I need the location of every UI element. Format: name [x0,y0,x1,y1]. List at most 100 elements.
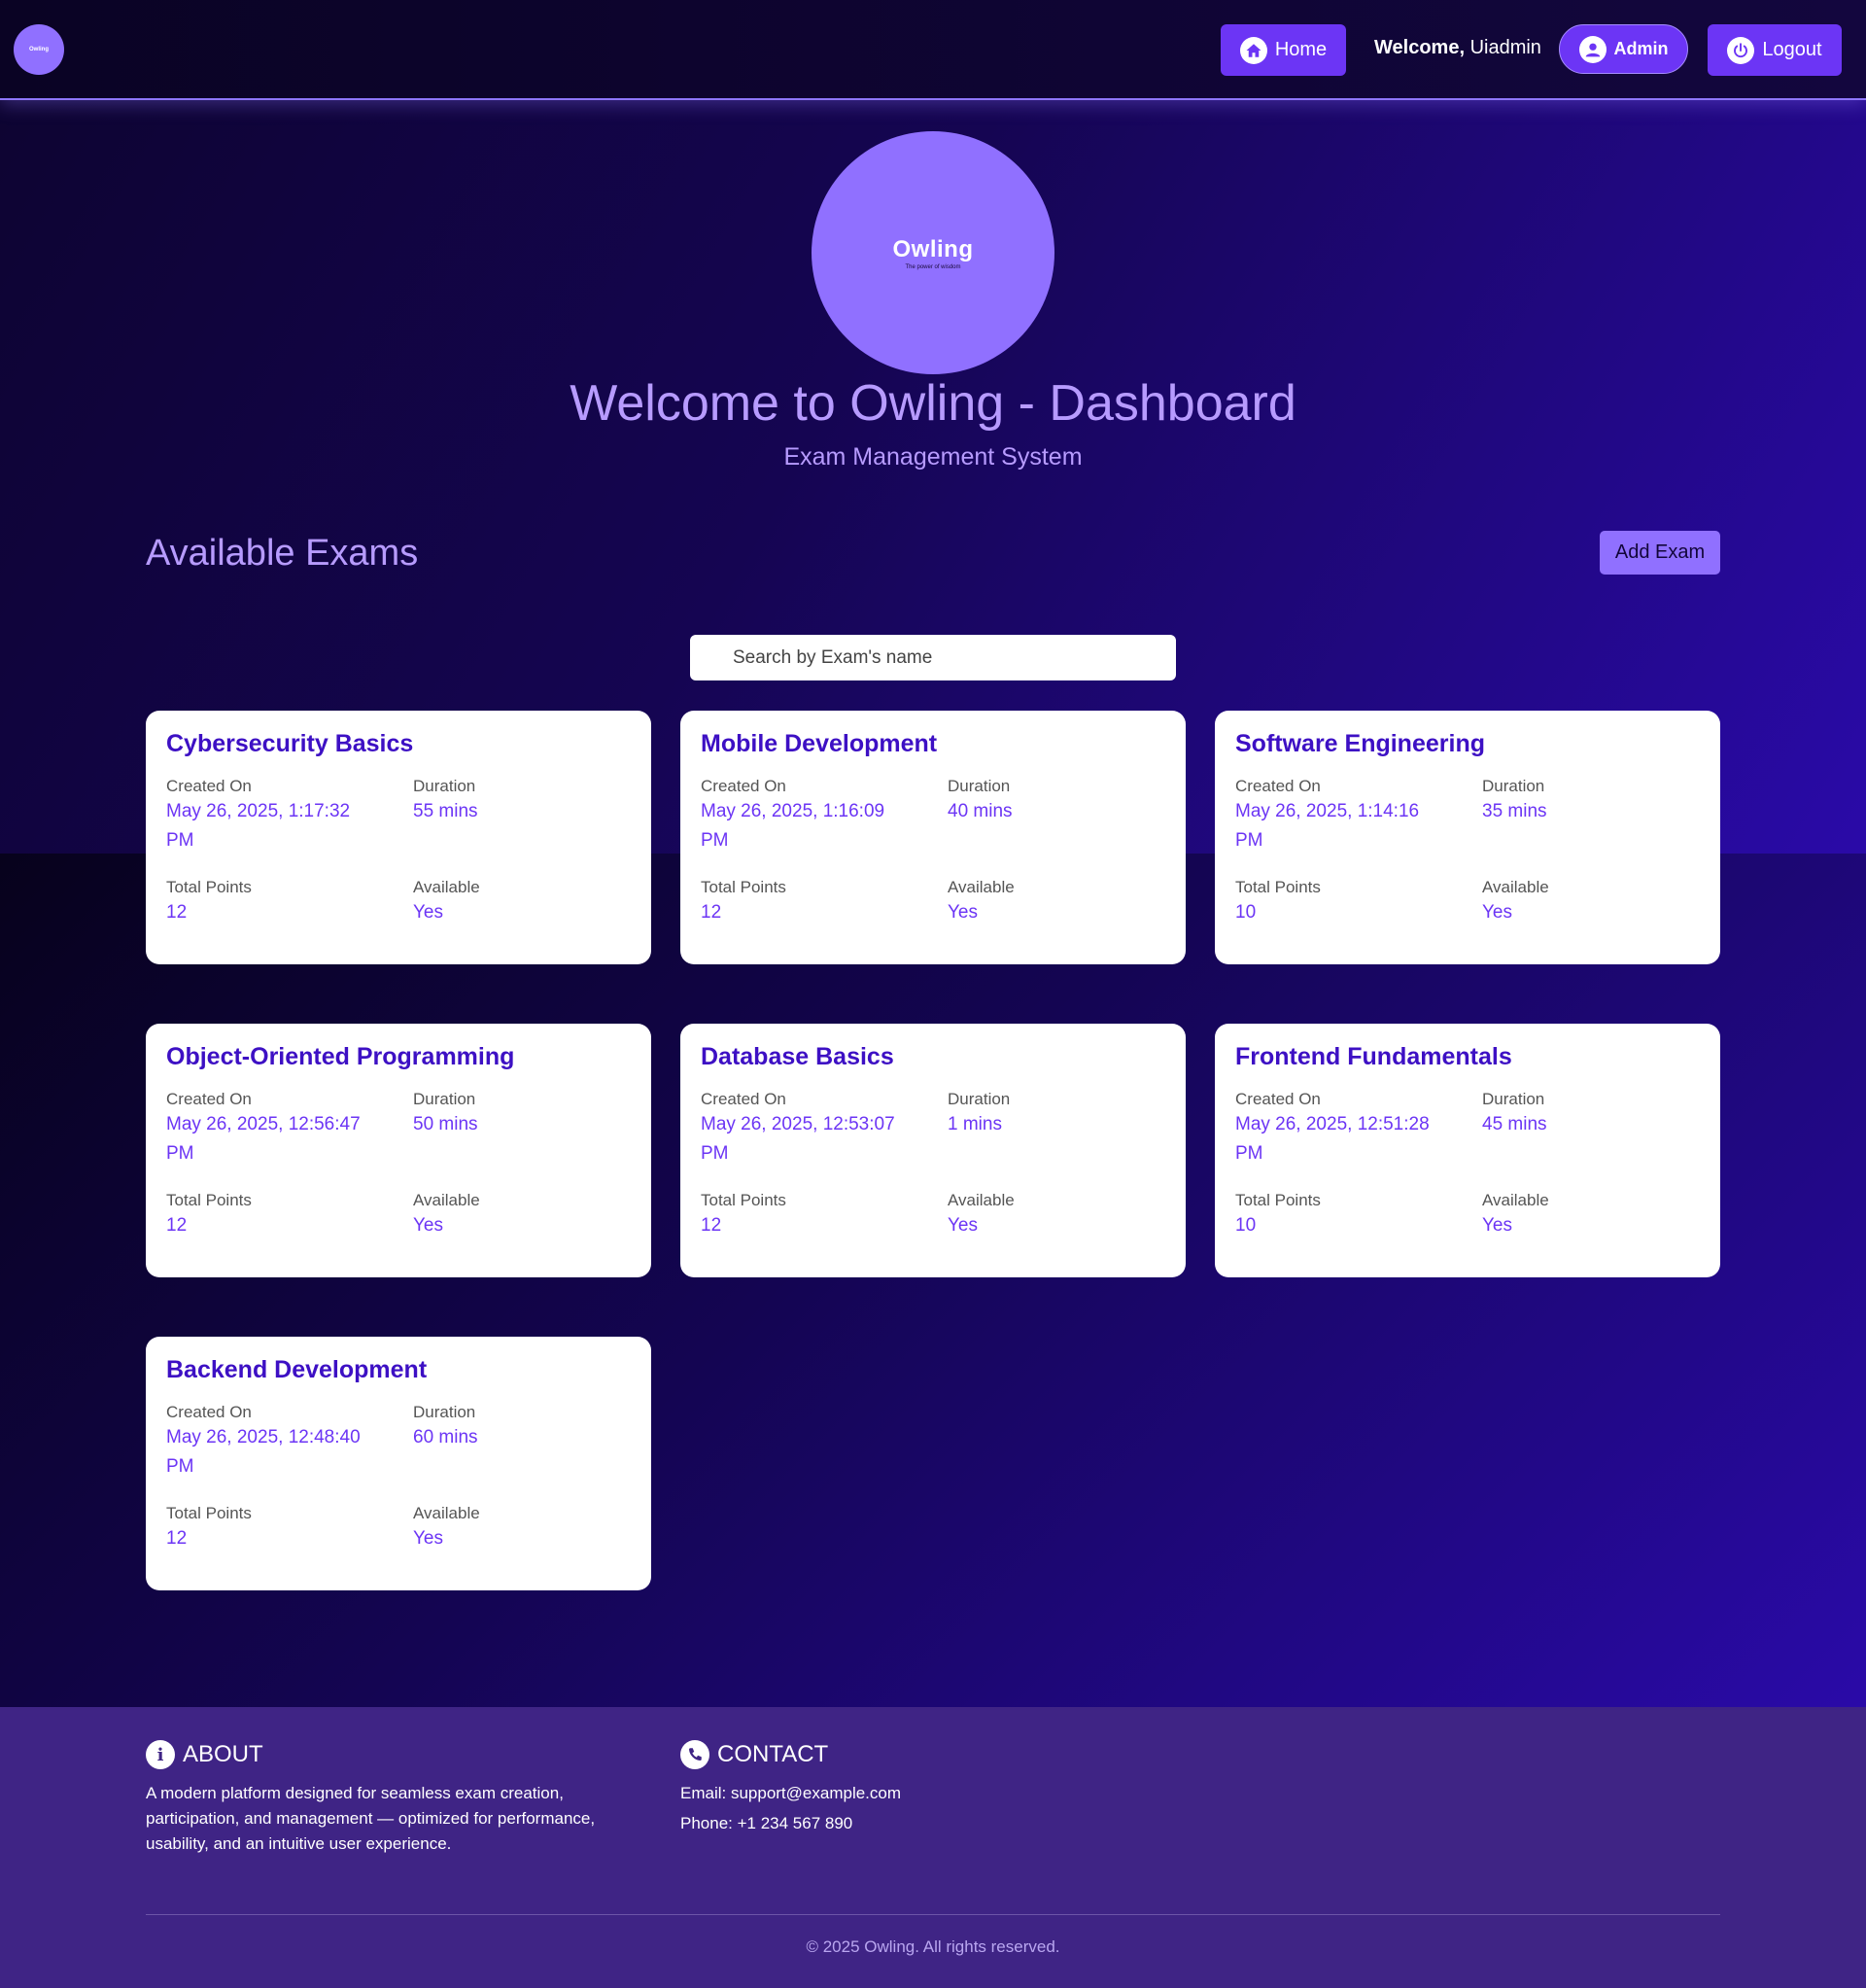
created-on-value: May 26, 2025, 1:14:16 PM [1235,801,1420,851]
created-on-value: May 26, 2025, 1:17:32 PM [166,801,351,851]
available-value: Yes [948,1215,978,1236]
phone-icon [680,1740,709,1769]
exam-title[interactable]: Cybersecurity Basics [166,730,413,758]
created-on-value: May 26, 2025, 1:16:09 PM [701,801,885,851]
available-value: Yes [413,902,443,923]
total-points-label: Total Points [1235,1191,1321,1209]
created-on-value: May 26, 2025, 12:53:07 PM [701,1114,895,1164]
available-value: Yes [948,902,978,923]
power-icon [1727,36,1755,64]
welcome-username: Uiadmin [1469,37,1541,58]
about-text: A modern platform designed for seamless … [146,1784,596,1853]
contact-email[interactable]: Email: support@example.com [680,1781,901,1806]
page-title: Welcome to Owling - Dashboard [570,375,1296,432]
duration-value: 45 mins [1482,1114,1547,1134]
duration-label: Duration [948,1090,1011,1108]
duration-label: Duration [413,1403,476,1421]
exam-card[interactable]: Cybersecurity Basics Created On May 26, 20… [146,711,651,964]
available-label: Available [413,878,480,896]
exam-card[interactable]: Frontend Fundamentals Created On May 26, 2… [1215,1024,1720,1277]
copyright-text: © 2025 Owling. All rights reserved. [806,1937,1060,1956]
duration-value: 1 mins [948,1114,1002,1134]
exam-title[interactable]: Object-Oriented Programming [166,1043,514,1071]
created-on-value: May 26, 2025, 12:56:47 PM [166,1114,361,1164]
exam-title[interactable]: Frontend Fundamentals [1235,1043,1512,1071]
duration-value: 55 mins [413,801,478,821]
duration-value: 35 mins [1482,801,1547,821]
about-heading: i ABOUT [146,1740,263,1769]
total-points-value: 12 [701,1215,722,1236]
available-label: Available [1482,878,1549,896]
duration-label: Duration [413,777,476,795]
add-exam-button[interactable]: Add Exam [1600,531,1720,575]
user-icon [1578,35,1607,63]
contact-title: CONTACT [717,1741,829,1767]
total-points-label: Total Points [701,1191,786,1209]
exam-title[interactable]: Mobile Development [701,730,937,758]
created-on-label: Created On [1235,777,1321,795]
exam-card[interactable]: Database Basics Created On May 26, 2025, 1… [680,1024,1186,1277]
duration-value: 60 mins [413,1427,478,1447]
created-on-value: May 26, 2025, 12:51:28 PM [1235,1114,1430,1164]
total-points-value: 10 [1235,902,1257,923]
top-navbar: Owling Home Welcome, Uiadmin Admin Logou… [0,0,1866,100]
exam-card[interactable]: Object-Oriented Programming Created On May… [146,1024,651,1277]
search-input[interactable] [690,635,1176,680]
home-icon [1239,36,1267,64]
exam-card[interactable]: Software Engineering Created On May 26, 20… [1215,711,1720,964]
created-on-label: Created On [166,1403,252,1421]
hero-logo: Owling The power of wisdom [812,131,1054,374]
hero-logo-tagline: The power of wisdom [905,263,961,270]
welcome-message: Welcome, Uiadmin [1374,37,1541,59]
total-points-label: Total Points [166,878,252,896]
available-label: Available [948,878,1015,896]
duration-label: Duration [1482,1090,1545,1108]
created-on-value: May 26, 2025, 12:48:40 PM [166,1427,361,1477]
contact-heading: CONTACT [680,1740,828,1769]
total-points-value: 10 [1235,1215,1257,1236]
available-label: Available [948,1191,1015,1209]
logout-button[interactable]: Logout [1708,24,1842,76]
total-points-label: Total Points [1235,878,1321,896]
total-points-label: Total Points [166,1504,252,1522]
created-on-label: Created On [701,777,786,795]
admin-button[interactable]: Admin [1559,24,1688,74]
about-title: ABOUT [183,1741,263,1767]
navbar-logo-text: Owling [29,47,49,52]
navbar-logo[interactable]: Owling [14,24,64,75]
available-value: Yes [1482,902,1512,923]
total-points-value: 12 [166,1528,188,1549]
hero-logo-brand: Owling [892,235,974,262]
duration-label: Duration [1482,777,1545,795]
exam-title[interactable]: Database Basics [701,1043,894,1071]
page-subtitle: Exam Management System [783,443,1083,471]
home-button-label: Home [1274,39,1328,60]
available-label: Available [413,1504,480,1522]
available-value: Yes [413,1215,443,1236]
exam-title[interactable]: Backend Development [166,1356,427,1384]
duration-value: 40 mins [948,801,1013,821]
available-value: Yes [1482,1215,1512,1236]
available-label: Available [413,1191,480,1209]
total-points-value: 12 [166,902,188,923]
total-points-value: 12 [166,1215,188,1236]
contact-phone: Phone: +1 234 567 890 [680,1814,853,1832]
total-points-label: Total Points [166,1191,252,1209]
home-button[interactable]: Home [1221,24,1346,76]
created-on-label: Created On [701,1090,786,1108]
welcome-prefix: Welcome, [1374,37,1465,58]
exam-card[interactable]: Mobile Development Created On May 26, 2025… [680,711,1186,964]
created-on-label: Created On [1235,1090,1321,1108]
available-label: Available [1482,1191,1549,1209]
section-title: Available Exams [146,533,419,574]
total-points-label: Total Points [701,878,786,896]
duration-label: Duration [948,777,1011,795]
created-on-label: Created On [166,1090,252,1108]
exam-card[interactable]: Backend Development Created On May 26, 202… [146,1337,651,1590]
duration-value: 50 mins [413,1114,478,1134]
admin-button-label: Admin [1613,39,1669,58]
exam-title[interactable]: Software Engineering [1235,730,1485,758]
available-value: Yes [413,1528,443,1549]
logout-button-label: Logout [1762,39,1822,60]
duration-label: Duration [413,1090,476,1108]
